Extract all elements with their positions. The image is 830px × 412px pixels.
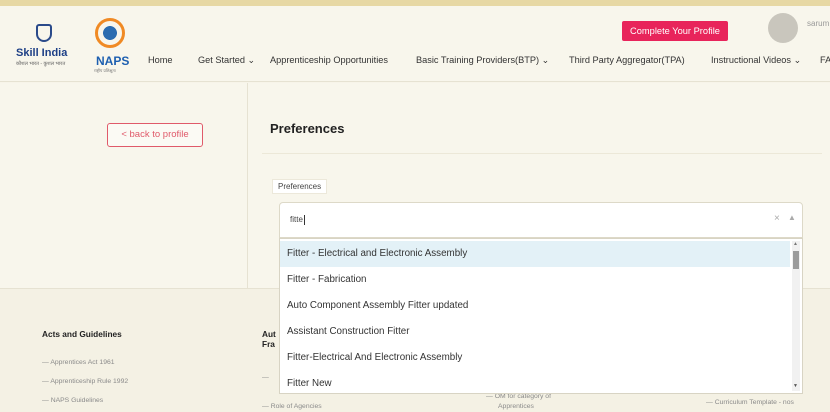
dropdown-scrollbar[interactable]: ▲ ▼ [792,241,800,391]
skill-india-logo-subtext: कौशल भारत - कुशल भारत [16,61,66,67]
nav-basic-training-providers[interactable]: Basic Training Providers(BTP) ⌄ [416,55,549,66]
typed-text: fitte [290,215,303,225]
dropdown-option[interactable]: Assistant Construction Fitter [280,319,790,345]
nav-instructional-videos[interactable]: Instructional Videos ⌄ [711,55,801,66]
username-label[interactable]: sarum [807,19,829,28]
footer-link-om-category[interactable]: — OM for category of [486,393,551,400]
footer-link-apprenticeship-rule[interactable]: — Apprenticeship Rule 1992 [42,378,128,385]
left-pane: < back to profile [0,83,248,288]
chevron-up-icon[interactable]: ▲ [788,213,796,222]
dropdown-option[interactable]: Fitter - Electrical and Electronic Assem… [280,241,790,267]
dropdown-option[interactable]: Fitter-Electrical And Electronic Assembl… [280,345,790,371]
scrollbar-thumb[interactable] [793,251,799,269]
back-to-profile-button[interactable]: < back to profile [107,123,203,147]
footer-link-naps-guidelines[interactable]: — NAPS Guidelines [42,397,103,404]
page-title: Preferences [270,121,345,136]
dropdown-option[interactable]: Fitter New [280,371,790,393]
clear-icon[interactable]: × [774,213,780,224]
footer-link-label: NAPS Guidelines [50,397,104,404]
footer-link-apprentices-act[interactable]: — Apprentices Act 1961 [42,359,115,366]
preferences-select[interactable]: fitte × ▲ [279,202,803,238]
scroll-up-arrow-icon[interactable]: ▲ [793,241,798,247]
title-divider [262,153,822,154]
nav-third-party-aggregator[interactable]: Third Party Aggregator(TPA) [569,55,685,65]
naps-logo-text: NAPS [96,54,130,68]
naps-emblem-icon [95,18,125,48]
footer-heading-col2-line2: Fra [262,339,275,349]
site-header: Skill India कौशल भारत - कुशल भारत NAPS र… [0,6,830,82]
nav-get-started[interactable]: Get Started ⌄ [198,55,255,66]
nav-faq[interactable]: FA [820,55,830,65]
naps-logo-subtext: राष्ट्रीय प्रशिक्षुता [94,68,116,73]
dropdown-option[interactable]: Fitter - Fabrication [280,267,790,293]
nav-apprenticeship-opportunities[interactable]: Apprenticeship Opportunities [270,55,388,65]
footer-link-role-of-agencies[interactable]: — Role of Agencies [262,403,322,410]
footer-link-label: Curriculum Template - nos [714,399,794,406]
skill-india-logo[interactable]: Skill India कौशल भारत - कुशल भारत [16,20,76,72]
footer-link-om-category-line2[interactable]: Apprentices [498,403,534,410]
skill-india-logo-text: Skill India [16,47,68,59]
preferences-dropdown-list[interactable]: Fitter - Electrical and Electronic Assem… [279,238,803,394]
footer-heading-col2-line1: Aut [262,329,276,339]
footer-link-col2-hidden[interactable]: — [262,374,269,381]
avatar[interactable] [768,13,798,43]
skill-india-emblem-icon [36,24,52,42]
preferences-search-input[interactable]: fitte [290,215,305,225]
dropdown-option[interactable]: Auto Component Assembly Fitter updated [280,293,790,319]
text-caret [303,215,305,225]
footer-link-label: Apprenticeship Rule 1992 [50,378,129,385]
footer-link-label: Role of Agencies [270,403,322,410]
footer-heading-acts: Acts and Guidelines [42,329,122,339]
footer-link-label: OM for category of [494,393,551,400]
nav-home[interactable]: Home [148,55,173,65]
footer-link-curriculum-template[interactable]: — Curriculum Template - nos [706,399,794,406]
preferences-field-label: Preferences [272,179,328,194]
footer-link-label: Apprentices Act 1961 [50,359,115,366]
scroll-down-arrow-icon[interactable]: ▼ [793,383,798,389]
complete-profile-button[interactable]: Complete Your Profile [622,21,728,41]
naps-logo[interactable]: NAPS राष्ट्रीय प्रशिक्षुता [90,14,138,74]
